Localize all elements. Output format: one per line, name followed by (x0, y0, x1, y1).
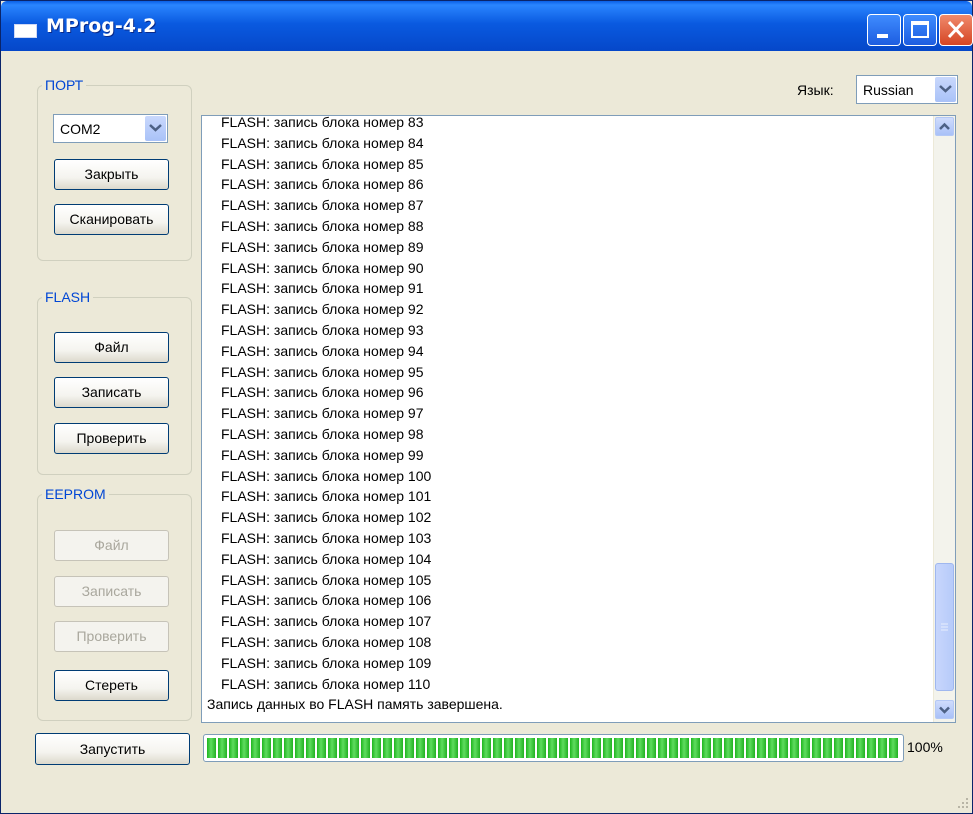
log-line: FLASH: запись блока номер 94 (221, 342, 424, 359)
chevron-down-icon (939, 706, 950, 714)
title-bar[interactable]: MProg-4.2 (1, 1, 973, 51)
language-label: Язык: (797, 82, 834, 98)
log-line: FLASH: запись блока номер 104 (221, 550, 432, 567)
log-line: FLASH: запись блока номер 89 (221, 238, 424, 255)
eeprom-erase-button[interactable]: Стереть (54, 670, 169, 701)
log-line: FLASH: запись блока номер 103 (221, 529, 432, 546)
log-line: FLASH: запись блока номер 88 (221, 217, 424, 234)
port-select[interactable]: COM2 (53, 114, 168, 143)
log-line: FLASH: запись блока номер 102 (221, 509, 432, 526)
language-select[interactable]: Russian (856, 75, 958, 104)
log-final-line: Запись данных во FLASH память завершена. (207, 696, 503, 713)
log-line: FLASH: запись блока номер 87 (221, 197, 424, 214)
progress-fill (207, 738, 900, 758)
app-icon (14, 24, 37, 38)
eeprom-group-label: EEPROM (42, 486, 109, 502)
log-line: FLASH: запись блока номер 90 (221, 259, 424, 276)
run-button[interactable]: Запустить (35, 733, 190, 765)
app-window: MProg-4.2 ПОРТ COM2 Закрыть Сканировать … (0, 0, 973, 814)
port-group-label: ПОРТ (42, 77, 87, 93)
scrollbar-thumb[interactable] (935, 563, 954, 691)
resize-grip-icon[interactable] (956, 796, 970, 810)
eeprom-file-button[interactable]: Файл (54, 530, 169, 561)
log-line: FLASH: запись блока номер 97 (221, 405, 424, 422)
flash-verify-button[interactable]: Проверить (54, 423, 169, 454)
log-line: FLASH: запись блока номер 100 (221, 467, 432, 484)
log-line: FLASH: запись блока номер 109 (221, 654, 432, 671)
progress-bar (203, 734, 904, 762)
close-icon (947, 20, 965, 39)
eeprom-write-button[interactable]: Записать (54, 576, 169, 607)
log-line: FLASH: запись блока номер 110 (221, 675, 431, 692)
scroll-up-button[interactable] (935, 117, 954, 136)
log-line: FLASH: запись блока номер 92 (221, 301, 424, 318)
log-line: FLASH: запись блока номер 85 (221, 155, 424, 172)
window-title: MProg-4.2 (46, 15, 157, 37)
log-line: FLASH: запись блока номер 98 (221, 425, 424, 442)
log-line: FLASH: запись блока номер 83 (221, 115, 424, 130)
log-line: FLASH: запись блока номер 95 (221, 363, 424, 380)
log-line: FLASH: запись блока номер 99 (221, 446, 424, 463)
port-select-value: COM2 (60, 121, 101, 137)
close-window-button[interactable] (939, 14, 973, 46)
flash-write-button[interactable]: Записать (54, 377, 169, 408)
log-line: FLASH: запись блока номер 106 (221, 592, 432, 609)
progress-percent: 100% (907, 739, 943, 755)
minimize-icon (877, 34, 888, 38)
log-output[interactable]: FLASH: запись блока номер 83 FLASH: запис… (201, 115, 956, 723)
chevron-up-icon (939, 122, 950, 130)
log-line: FLASH: запись блока номер 84 (221, 134, 424, 151)
maximize-button[interactable] (903, 14, 937, 46)
log-line: FLASH: запись блока номер 101 (221, 488, 432, 505)
minimize-button[interactable] (867, 14, 901, 46)
chevron-down-icon[interactable] (935, 77, 956, 102)
log-line: FLASH: запись блока номер 96 (221, 384, 424, 401)
flash-file-button[interactable]: Файл (54, 332, 169, 363)
vertical-scrollbar[interactable] (933, 116, 955, 722)
maximize-icon (911, 21, 929, 38)
close-port-button[interactable]: Закрыть (54, 159, 169, 190)
scan-button[interactable]: Сканировать (54, 204, 169, 235)
log-line: FLASH: запись блока номер 108 (221, 633, 432, 650)
log-line: FLASH: запись блока номер 93 (221, 321, 424, 338)
flash-group-label: FLASH (42, 289, 94, 305)
log-line: FLASH: запись блока номер 91 (221, 280, 424, 297)
log-line: FLASH: запись блока номер 107 (221, 613, 432, 630)
log-lines: FLASH: запись блока номер 83 FLASH: запис… (202, 115, 932, 715)
log-line: FLASH: запись блока номер 86 (221, 176, 424, 193)
scroll-down-button[interactable] (935, 700, 954, 719)
language-select-value: Russian (863, 82, 914, 98)
chevron-down-icon[interactable] (145, 116, 166, 141)
eeprom-verify-button[interactable]: Проверить (54, 621, 169, 652)
log-line: FLASH: запись блока номер 105 (221, 571, 432, 588)
